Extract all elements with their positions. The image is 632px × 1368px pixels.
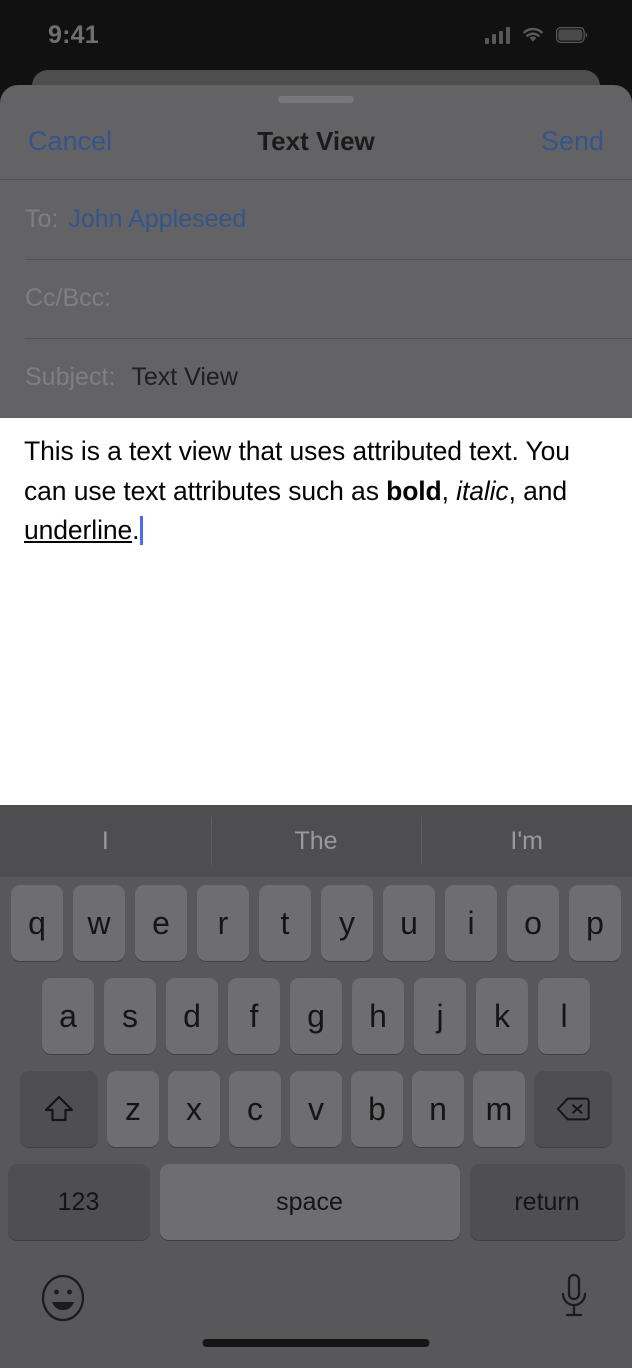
phone-screen: 9:41 Cancel Text View Send To: John Appl… [0,0,632,1368]
cc-bcc-field-label: Cc/Bcc: [25,284,112,312]
shift-arrow-icon [44,1095,74,1122]
predictive-suggestion-bar: I The I'm [0,805,632,877]
shift-key[interactable] [20,1071,98,1147]
key-a[interactable]: a [42,978,94,1054]
key-p[interactable]: p [569,885,621,961]
key-e[interactable]: e [135,885,187,961]
key-f[interactable]: f [228,978,280,1054]
key-d[interactable]: d [166,978,218,1054]
key-c[interactable]: c [229,1071,281,1147]
cellular-signal-icon [484,26,510,44]
send-button[interactable]: Send [541,126,604,157]
suggestion-item-1[interactable]: I [0,805,211,877]
keyboard-rows: q w e r t y u i o p a s d f g h j k l z … [0,877,632,1240]
numbers-key[interactable]: 123 [7,1164,150,1240]
cancel-button[interactable]: Cancel [28,126,112,157]
space-key[interactable]: space [159,1164,460,1240]
suggestion-item-3[interactable]: I'm [421,805,632,877]
key-h[interactable]: h [352,978,404,1054]
text-cursor [140,516,144,545]
body-segment-underline: underline [24,515,133,545]
microphone-icon[interactable] [556,1271,592,1325]
subject-field-value[interactable]: Text View [131,363,238,392]
key-x[interactable]: x [168,1071,220,1147]
message-body-area[interactable]: This is a text view that uses attributed… [0,418,632,805]
status-bar-time: 9:41 [48,20,99,49]
key-v[interactable]: v [290,1071,342,1147]
key-k[interactable]: k [476,978,528,1054]
wifi-icon [523,27,543,42]
emoji-smiley-icon[interactable] [40,1273,86,1323]
home-indicator-bar[interactable] [202,1339,430,1347]
delete-backspace-icon [556,1097,590,1121]
key-b[interactable]: b [351,1071,403,1147]
body-segment-plain-4: . [132,515,140,545]
subject-field-label: Subject: [25,363,116,391]
key-s[interactable]: s [104,978,156,1054]
to-field-label: To: [25,205,59,233]
body-segment-plain-2: , [441,475,457,506]
key-o[interactable]: o [507,885,559,961]
body-segment-italic: italic [456,475,509,506]
key-y[interactable]: y [321,885,373,961]
battery-icon [556,27,588,43]
attributed-body-text[interactable]: This is a text view that uses attributed… [24,432,608,551]
status-bar: 9:41 [0,0,632,70]
navigation-bar: Cancel Text View Send [0,103,632,179]
suggestion-item-2[interactable]: The [210,805,422,877]
key-t[interactable]: t [259,885,311,961]
keyboard-row-3: z x c v b n m [6,1071,626,1147]
key-w[interactable]: w [73,885,125,961]
key-g[interactable]: g [290,978,342,1054]
to-field-value[interactable]: John Appleseed [68,205,246,234]
onscreen-keyboard: I The I'm q w e r t y u i o p a s d f g … [0,805,632,1368]
body-segment-plain-3: , and [508,475,568,506]
key-z[interactable]: z [107,1071,159,1147]
status-bar-indicators [484,26,589,44]
recipient-row-to[interactable]: To: John Appleseed [0,180,632,259]
delete-key[interactable] [534,1071,612,1147]
key-u[interactable]: u [383,885,435,961]
keyboard-row-1: q w e r t y u i o p [6,885,626,961]
subject-row[interactable]: Subject: Text View [0,338,632,417]
key-q[interactable]: q [11,885,63,961]
keyboard-row-2: a s d f g h j k l [6,978,626,1054]
key-r[interactable]: r [197,885,249,961]
key-i[interactable]: i [445,885,497,961]
key-n[interactable]: n [412,1071,464,1147]
keyboard-row-4: 123 space return [6,1164,626,1240]
key-l[interactable]: l [538,978,590,1054]
keyboard-bottom-bar [0,1255,632,1368]
recipient-row-cc-bcc[interactable]: Cc/Bcc: [0,259,632,338]
return-key[interactable]: return [469,1164,625,1240]
sheet-grabber-handle[interactable] [278,96,354,103]
body-segment-bold: bold [386,475,442,506]
key-m[interactable]: m [473,1071,525,1147]
key-j[interactable]: j [414,978,466,1054]
